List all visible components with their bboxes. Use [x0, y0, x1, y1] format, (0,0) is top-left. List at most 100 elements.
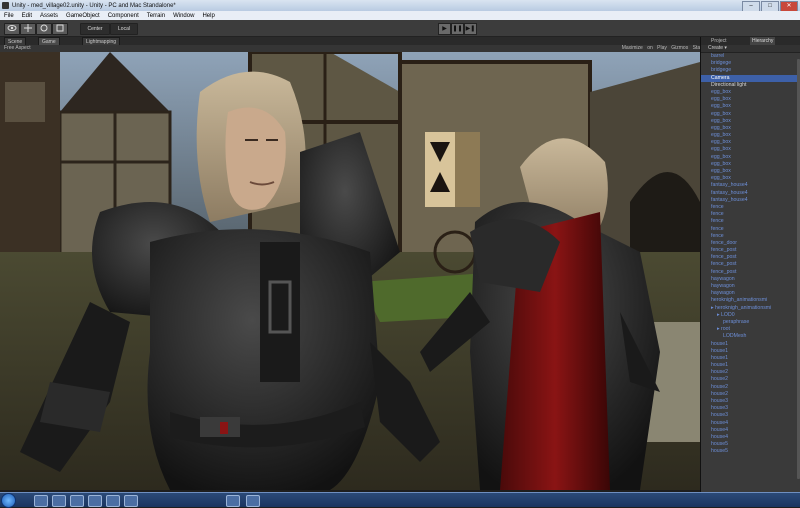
hierarchy-item[interactable]: egg_box [701, 161, 800, 168]
hierarchy-item[interactable]: egg_box [701, 96, 800, 103]
hierarchy-item[interactable]: house5 [701, 441, 800, 448]
rotate-icon [40, 24, 48, 32]
hierarchy-item[interactable]: house2 [701, 369, 800, 376]
menu-edit[interactable]: Edit [18, 13, 36, 19]
hierarchy-item[interactable]: fence_post [701, 254, 800, 261]
scale-tool-button[interactable] [52, 23, 68, 35]
menu-window[interactable]: Window [169, 13, 198, 19]
hierarchy-item[interactable]: fence_post [701, 269, 800, 276]
menu-file[interactable]: File [0, 13, 18, 19]
hierarchy-item[interactable]: house1 [701, 341, 800, 348]
hierarchy-item[interactable]: fence_post [701, 247, 800, 254]
hierarchy-item[interactable]: haywagon [701, 276, 800, 283]
hierarchy-item[interactable]: bridgege [701, 67, 800, 74]
hierarchy-item[interactable]: house5 [701, 448, 800, 455]
play-controls: ▶ ❚❚ ▶❚ [438, 23, 477, 35]
hierarchy-item[interactable]: fence [701, 211, 800, 218]
hierarchy-item[interactable]: egg_box [701, 168, 800, 175]
pivot-toggle[interactable]: Center [80, 23, 110, 35]
pause-button[interactable]: ❚❚ [451, 23, 464, 35]
hierarchy-item[interactable]: egg_box [701, 89, 800, 96]
menu-component[interactable]: Component [104, 13, 143, 19]
hierarchy-item[interactable]: house3 [701, 412, 800, 419]
hierarchy-item[interactable]: house3 [701, 405, 800, 412]
hierarchy-item[interactable]: ▸ heroknigh_animationsmi [701, 305, 800, 312]
hierarchy-item[interactable]: egg_box [701, 103, 800, 110]
hierarchy-item[interactable]: house3 [701, 398, 800, 405]
hierarchy-item[interactable]: ▸ LOD0 [701, 312, 800, 319]
taskbar-app-unity[interactable] [52, 495, 66, 507]
menu-gameobject[interactable]: GameObject [62, 13, 104, 19]
hierarchy-item[interactable]: bridgege [701, 60, 800, 67]
taskbar-app-unity-editor[interactable] [226, 495, 240, 507]
hierarchy-item[interactable]: egg_box [701, 118, 800, 125]
hierarchy-item[interactable]: peraphrase [701, 319, 800, 326]
hierarchy-item[interactable]: egg_box [701, 139, 800, 146]
hierarchy-item[interactable]: egg_box [701, 132, 800, 139]
hierarchy-item[interactable]: Directional light [701, 82, 800, 89]
taskbar-app-folder[interactable] [106, 495, 120, 507]
hierarchy-item[interactable]: ▸ root [701, 326, 800, 333]
move-tool-button[interactable] [20, 23, 36, 35]
hierarchy-item[interactable]: egg_box [701, 154, 800, 161]
unity-logo-icon [2, 2, 9, 9]
menu-assets[interactable]: Assets [36, 13, 62, 19]
hierarchy-item[interactable]: haywagon [701, 283, 800, 290]
hierarchy-item[interactable]: fence [701, 226, 800, 233]
hierarchy-item[interactable]: house2 [701, 384, 800, 391]
hierarchy-item[interactable]: egg_box [701, 146, 800, 153]
hierarchy-item[interactable]: fantasy_house4 [701, 182, 800, 189]
hierarchy-item[interactable]: fence_post [701, 261, 800, 268]
hierarchy-item[interactable]: egg_box [701, 125, 800, 132]
hierarchy-item[interactable]: house4 [701, 434, 800, 441]
game-scene-render [0, 52, 700, 490]
hierarchy-item[interactable]: Camera [701, 74, 800, 82]
menu-bar: File Edit Assets GameObject Component Te… [0, 11, 800, 20]
hierarchy-item[interactable]: barrel [701, 53, 800, 60]
main-toolbar: Center Local ▶ ❚❚ ▶❚ [0, 20, 800, 37]
hierarchy-item[interactable]: house1 [701, 348, 800, 355]
hierarchy-item[interactable]: fence [701, 204, 800, 211]
hierarchy-item[interactable]: house4 [701, 420, 800, 427]
panel-tabs: Project Hierarchy [701, 37, 800, 45]
game-view[interactable] [0, 52, 700, 490]
play-button[interactable]: ▶ [438, 23, 451, 35]
hierarchy-item[interactable]: house2 [701, 376, 800, 383]
step-button[interactable]: ▶❚ [464, 23, 477, 35]
scale-icon [56, 24, 64, 32]
hierarchy-item[interactable]: fence_door [701, 240, 800, 247]
taskbar-app-other[interactable] [246, 495, 260, 507]
rotate-tool-button[interactable] [36, 23, 52, 35]
menu-terrain[interactable]: Terrain [143, 13, 169, 19]
hierarchy-item[interactable]: house4 [701, 427, 800, 434]
hierarchy-item[interactable]: house2 [701, 391, 800, 398]
hierarchy-item[interactable]: house1 [701, 362, 800, 369]
game-view-options[interactable]: Maximize on Play Gizmos Stats [622, 45, 704, 52]
taskbar-app-explorer[interactable] [34, 495, 48, 507]
hierarchy-panel: Project Hierarchy Create ▾ barrel bridgeg… [700, 37, 800, 492]
move-icon [24, 24, 32, 32]
taskbar-app-media[interactable] [124, 495, 138, 507]
hierarchy-item[interactable]: fantasy_house4 [701, 190, 800, 197]
hierarchy-item[interactable]: fence [701, 218, 800, 225]
hierarchy-item[interactable]: fantasy_house4 [701, 197, 800, 204]
create-dropdown[interactable]: Create ▾ [701, 45, 800, 53]
hierarchy-item[interactable]: egg_box [701, 111, 800, 118]
hand-tool-button[interactable] [4, 23, 20, 35]
hierarchy-item[interactable]: LODMesh [701, 333, 800, 340]
hierarchy-item[interactable]: haywagon [701, 290, 800, 297]
aspect-dropdown[interactable]: Free Aspect [4, 45, 31, 52]
tab-project[interactable]: Project [709, 37, 729, 45]
hierarchy-item[interactable]: heroknigh_animationsmi [701, 297, 800, 304]
window-titlebar: Unity - med_village02.unity - Unity - PC… [0, 0, 800, 12]
hierarchy-item[interactable]: egg_box [701, 175, 800, 182]
taskbar-app-browser[interactable] [70, 495, 84, 507]
tab-hierarchy[interactable]: Hierarchy [750, 37, 776, 45]
taskbar-app-photoshop[interactable] [88, 495, 102, 507]
space-toggle[interactable]: Local [110, 23, 138, 35]
hierarchy-item[interactable]: fence [701, 233, 800, 240]
game-view-toolbar: Free Aspect Maximize on Play Gizmos Stat… [0, 45, 708, 52]
hierarchy-item[interactable]: house1 [701, 355, 800, 362]
eye-icon [7, 25, 17, 31]
menu-help[interactable]: Help [198, 13, 218, 19]
